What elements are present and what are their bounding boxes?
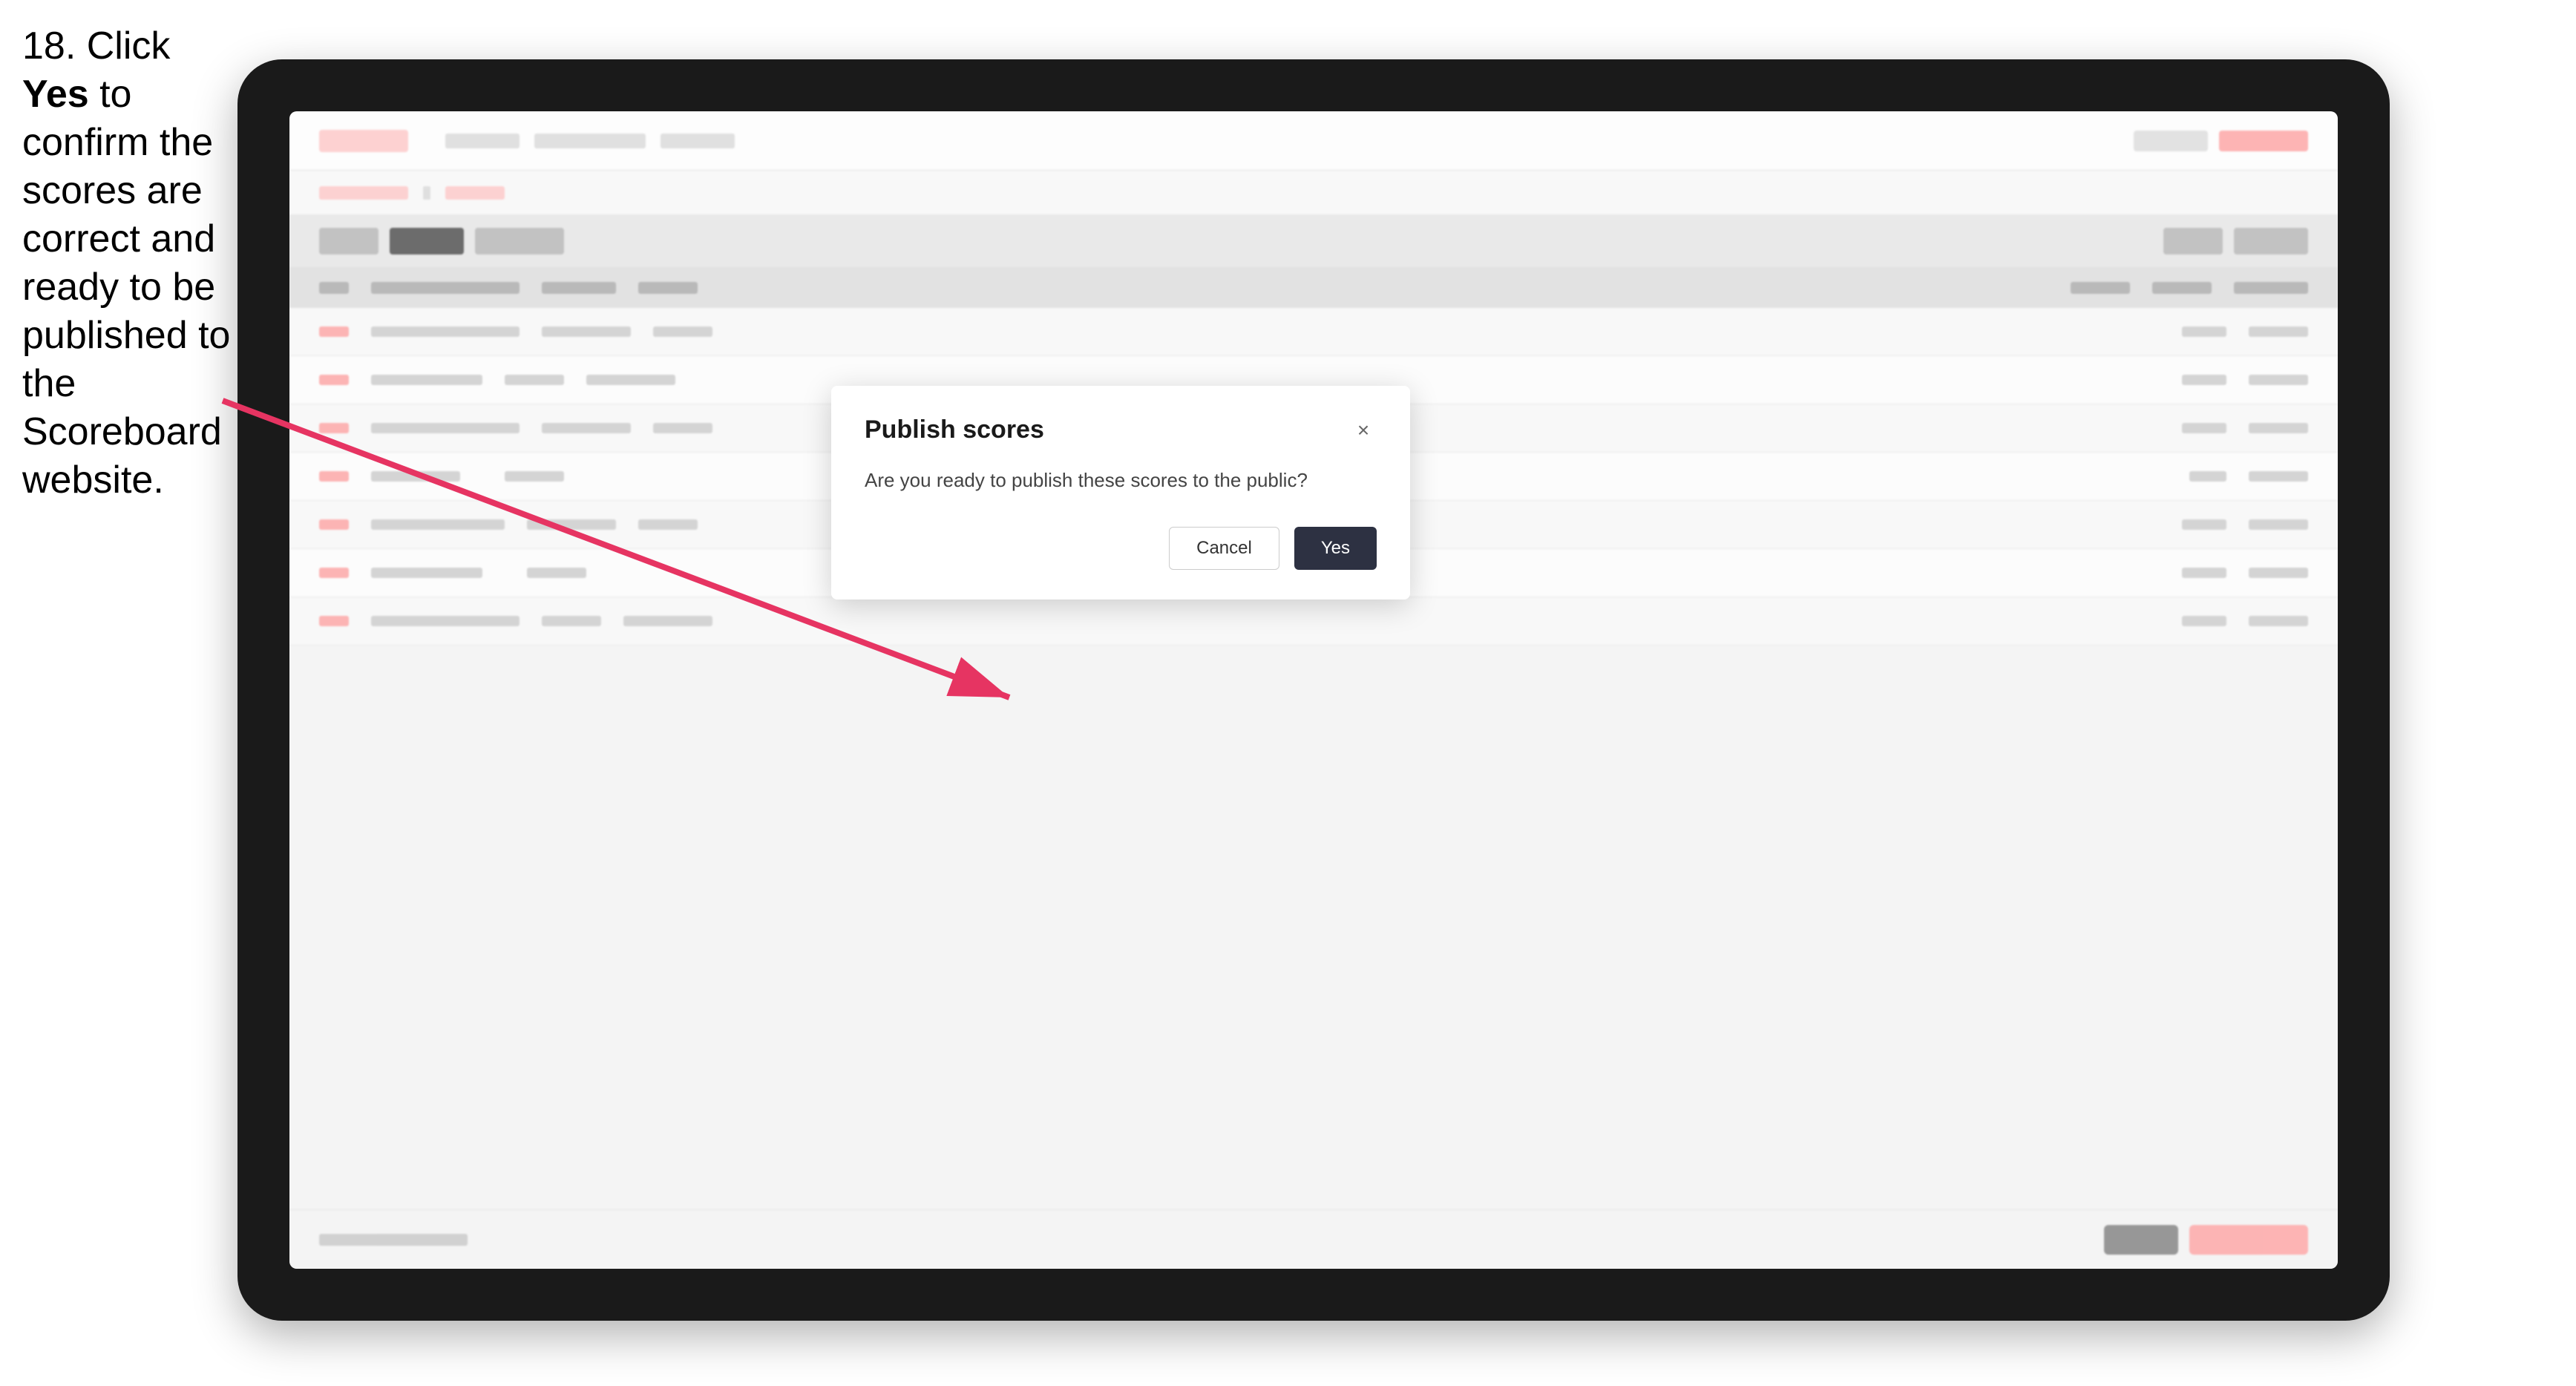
cell-name — [371, 375, 482, 385]
cell-val2 — [638, 519, 698, 530]
cell-name — [371, 423, 520, 433]
yes-button[interactable]: Yes — [1294, 527, 1377, 570]
cell-icon — [319, 519, 349, 530]
cell-val2 — [653, 423, 712, 433]
nav-item-2 — [534, 134, 646, 148]
cell-icon — [319, 568, 349, 578]
cell-icon — [319, 471, 349, 482]
breadcrumb-sep — [423, 186, 430, 200]
col-h-4 — [638, 282, 698, 294]
cell-name — [371, 471, 460, 482]
dialog-header: Publish scores × — [865, 416, 1377, 444]
toolbar-btn-3 — [475, 228, 564, 254]
cell-rank — [2249, 519, 2308, 530]
breadcrumb-2 — [445, 186, 505, 200]
cell-score — [2189, 471, 2226, 482]
toolbar-btn-2 — [390, 228, 464, 254]
toolbar-btn-right-2 — [2234, 228, 2308, 254]
cell-name — [371, 326, 520, 337]
toolbar-btn-right-1 — [2163, 228, 2223, 254]
cell-name — [371, 568, 482, 578]
app-background — [289, 111, 2338, 1269]
cell-name — [371, 616, 520, 626]
cell-val2 — [623, 616, 712, 626]
app-logo — [319, 130, 408, 152]
cell-sub — [505, 375, 564, 385]
cell-icon — [319, 423, 349, 433]
cell-val1 — [542, 326, 631, 337]
cell-val1 — [542, 616, 601, 626]
tablet-screen: Publish scores × Are you ready to publis… — [289, 111, 2338, 1269]
cell-rank — [2249, 375, 2308, 385]
col-h-7 — [2234, 282, 2308, 294]
table-header — [289, 267, 2338, 308]
nav-item-1 — [445, 134, 520, 148]
cell-icon — [319, 616, 349, 626]
breadcrumb-1 — [319, 186, 408, 200]
publish-scores-dialog: Publish scores × Are you ready to publis… — [831, 386, 1410, 600]
app-subheader — [289, 171, 2338, 215]
cell-rank — [2249, 471, 2308, 482]
tablet-device: Publish scores × Are you ready to publis… — [237, 59, 2390, 1321]
table-row — [289, 597, 2338, 646]
cell-rank — [2249, 326, 2308, 337]
col-h-1 — [319, 282, 349, 294]
cell-icon — [319, 375, 349, 385]
cancel-button[interactable]: Cancel — [1169, 527, 1279, 570]
app-footer — [289, 1209, 2338, 1269]
nav-item-3 — [661, 134, 735, 148]
cell-val1 — [527, 519, 616, 530]
cell-score — [2182, 326, 2226, 337]
cell-rank — [2249, 568, 2308, 578]
col-h-2 — [371, 282, 520, 294]
app-toolbar — [289, 215, 2338, 267]
cell-score — [2182, 568, 2226, 578]
col-h-3 — [542, 282, 616, 294]
cell-score — [2182, 519, 2226, 530]
footer-right — [2104, 1225, 2308, 1255]
close-icon[interactable]: × — [1350, 417, 1377, 444]
col-h-5 — [2071, 282, 2130, 294]
step-number: 18. — [22, 24, 76, 68]
dialog-title: Publish scores — [865, 416, 1044, 444]
app-header — [289, 111, 2338, 171]
cell-score — [2182, 375, 2226, 385]
instruction-text: 18. Click Yes to confirm the scores are … — [22, 22, 237, 505]
toolbar-btn-1 — [319, 228, 378, 254]
cell-score — [2182, 423, 2226, 433]
cell-score — [2182, 616, 2226, 626]
cell-val2 — [653, 326, 712, 337]
cell-rank — [2249, 423, 2308, 433]
cell-icon — [319, 326, 349, 337]
footer-btn-save — [2104, 1225, 2178, 1255]
table-row — [289, 308, 2338, 356]
header-right — [2134, 131, 2308, 151]
cell-val1 — [542, 423, 631, 433]
app-nav — [445, 134, 735, 148]
footer-text — [319, 1234, 468, 1246]
header-btn-accent — [2219, 131, 2308, 151]
footer-btn-publish — [2189, 1225, 2308, 1255]
header-btn-1 — [2134, 131, 2208, 151]
cell-name — [371, 519, 505, 530]
yes-emphasis: Yes — [22, 73, 89, 116]
cell-val2 — [505, 471, 564, 482]
dialog-body: Are you ready to publish these scores to… — [865, 467, 1377, 493]
dialog-footer: Cancel Yes — [865, 527, 1377, 570]
toolbar-right — [2163, 228, 2308, 254]
cell-val2 — [527, 568, 586, 578]
col-h-6 — [2152, 282, 2212, 294]
cell-val1 — [586, 375, 675, 385]
cell-rank — [2249, 616, 2308, 626]
